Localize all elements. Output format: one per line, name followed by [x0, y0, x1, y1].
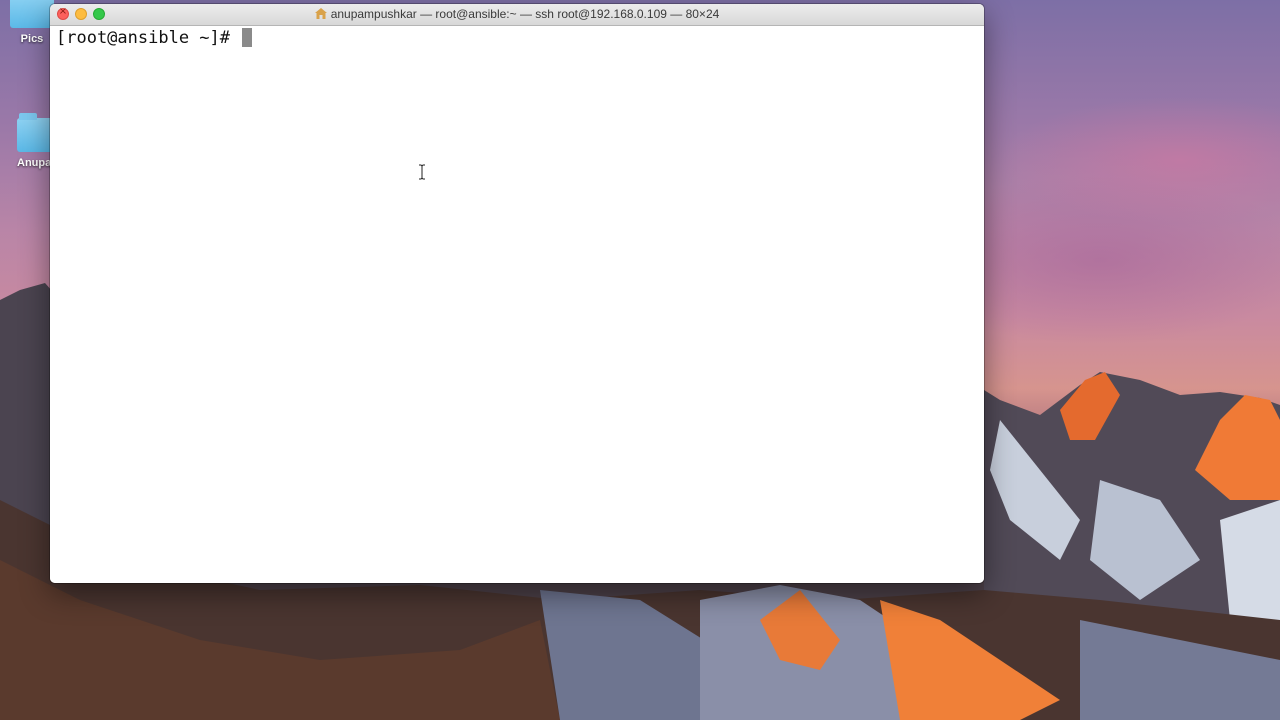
shell-prompt: [root@ansible ~]# — [56, 28, 241, 48]
window-title: anupampushkar — root@ansible:~ — ssh roo… — [50, 7, 984, 21]
terminal-output[interactable]: [root@ansible ~]# — [50, 26, 984, 583]
window-title-text: anupampushkar — root@ansible:~ — ssh roo… — [330, 7, 720, 21]
desktop: Pics Anupam anupampushkar — root@ansible… — [0, 0, 1280, 720]
title-bar[interactable]: anupampushkar — root@ansible:~ — ssh roo… — [50, 4, 984, 26]
terminal-window[interactable]: anupampushkar — root@ansible:~ — ssh roo… — [50, 4, 984, 583]
ibeam-cursor-icon — [419, 164, 425, 180]
home-icon — [314, 8, 327, 19]
folder-icon — [10, 0, 54, 28]
text-cursor — [242, 28, 253, 47]
terminal-prompt-line: [root@ansible ~]# — [56, 28, 253, 48]
